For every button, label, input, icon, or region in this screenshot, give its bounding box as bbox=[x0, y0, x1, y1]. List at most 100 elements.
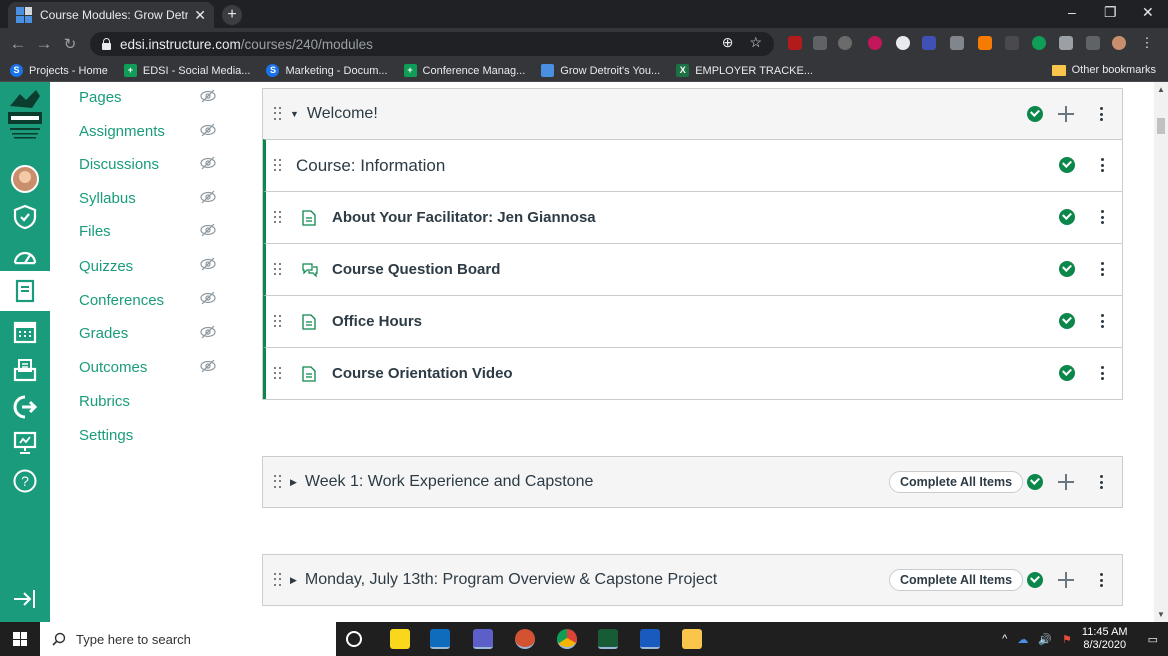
windows-start-icon[interactable] bbox=[13, 632, 27, 646]
course-nav-outcomes[interactable]: Outcomes bbox=[79, 359, 147, 376]
course-nav-pages[interactable]: Pages bbox=[79, 89, 122, 106]
browser-tab[interactable]: Course Modules: Grow Detroit's ✕ bbox=[8, 2, 214, 28]
module-header[interactable]: ▼ Welcome! bbox=[263, 89, 1122, 139]
item-title[interactable]: Office Hours bbox=[332, 313, 422, 330]
history-arrow-icon[interactable] bbox=[12, 394, 38, 420]
green-extension-icon[interactable] bbox=[1032, 36, 1046, 50]
module-item[interactable]: About Your Facilitator: Jen Giannosa bbox=[263, 191, 1122, 243]
zoom-icon[interactable]: ⊕ bbox=[722, 34, 734, 51]
bookmark-item[interactable]: + EDSI - Social Media... bbox=[123, 64, 250, 77]
module-item[interactable]: Course Orientation Video bbox=[263, 347, 1122, 399]
complete-all-items-button[interactable]: Complete All Items bbox=[889, 471, 1024, 493]
chrome-menu-icon[interactable]: ⋮ bbox=[1140, 36, 1154, 50]
calendar-icon[interactable] bbox=[12, 319, 38, 345]
drag-handle-icon[interactable] bbox=[274, 314, 282, 329]
excel-icon[interactable] bbox=[598, 629, 618, 649]
bookmark-item[interactable]: S Projects - Home bbox=[10, 64, 108, 77]
teams-icon[interactable] bbox=[473, 629, 493, 649]
add-item-icon[interactable] bbox=[1058, 106, 1074, 122]
module-header[interactable]: ▶ Week 1: Work Experience and Capstone C… bbox=[263, 457, 1122, 507]
course-nav-discussions[interactable]: Discussions bbox=[79, 156, 159, 173]
drag-handle-icon[interactable] bbox=[274, 210, 282, 225]
profile-icon[interactable] bbox=[1112, 36, 1126, 50]
item-options-icon[interactable] bbox=[1100, 210, 1104, 224]
course-nav-files[interactable]: Files bbox=[79, 223, 111, 240]
bookmark-item[interactable]: + Conference Manag... bbox=[403, 64, 525, 77]
puzzle-extension-icon[interactable] bbox=[1059, 36, 1073, 50]
item-options-icon[interactable] bbox=[1100, 314, 1104, 328]
grammar-extension-icon[interactable] bbox=[813, 36, 827, 50]
chevron-up-icon[interactable]: ^ bbox=[1002, 633, 1007, 645]
pdf-extension-icon[interactable] bbox=[788, 36, 802, 50]
scroll-up-icon[interactable]: ▲ bbox=[1157, 85, 1165, 94]
course-nav-syllabus[interactable]: Syllabus bbox=[79, 190, 136, 207]
add-item-icon[interactable] bbox=[1058, 474, 1074, 490]
forward-icon[interactable]: → bbox=[31, 34, 57, 54]
caret-right-icon[interactable]: ▶ bbox=[290, 477, 297, 488]
module-item[interactable]: Course Question Board bbox=[263, 243, 1122, 295]
cast-icon[interactable] bbox=[1086, 36, 1100, 50]
module-options-icon[interactable] bbox=[1099, 475, 1103, 489]
chrome-icon[interactable] bbox=[557, 629, 577, 649]
powerpoint-icon[interactable] bbox=[515, 629, 535, 649]
page-scrollbar[interactable]: ▲ ▼ bbox=[1154, 82, 1168, 622]
scroll-thumb[interactable] bbox=[1157, 118, 1165, 134]
module-item[interactable]: Office Hours bbox=[263, 295, 1122, 347]
taskbar-search-input[interactable]: Type here to search bbox=[40, 622, 336, 656]
course-nav-rubrics[interactable]: Rubrics bbox=[79, 393, 130, 410]
course-nav-grades[interactable]: Grades bbox=[79, 325, 128, 342]
pen-extension-icon[interactable] bbox=[838, 36, 852, 50]
other-bookmarks[interactable]: Other bookmarks bbox=[1051, 64, 1156, 76]
bookmark-item[interactable]: X EMPLOYER TRACKE... bbox=[676, 64, 813, 77]
language-icon[interactable]: ⚑ bbox=[1062, 633, 1072, 646]
scroll-down-icon[interactable]: ▼ bbox=[1157, 610, 1165, 619]
close-tab-icon[interactable]: ✕ bbox=[194, 7, 206, 24]
item-options-icon[interactable] bbox=[1100, 262, 1104, 276]
course-nav-settings[interactable]: Settings bbox=[79, 427, 133, 444]
bookmark-item[interactable]: Grow Detroit's You... bbox=[541, 64, 660, 77]
course-nav-conferences[interactable]: Conferences bbox=[79, 292, 164, 309]
clock[interactable]: 11:45 AM 8/3/2020 bbox=[1082, 626, 1128, 652]
word-icon[interactable] bbox=[640, 629, 660, 649]
onedrive-icon[interactable]: ☁ bbox=[1017, 633, 1028, 646]
reload-icon[interactable]: ↻ bbox=[57, 35, 83, 53]
item-options-icon[interactable] bbox=[1100, 158, 1104, 172]
back-icon[interactable]: ← bbox=[5, 34, 31, 54]
new-tab-button[interactable]: + bbox=[222, 5, 242, 25]
drag-handle-icon[interactable] bbox=[274, 366, 282, 381]
cortana-icon[interactable] bbox=[346, 631, 362, 647]
drag-handle-icon[interactable] bbox=[274, 107, 282, 121]
item-title[interactable]: About Your Facilitator: Jen Giannosa bbox=[332, 209, 596, 226]
account-avatar[interactable] bbox=[11, 165, 39, 193]
inbox-icon[interactable] bbox=[12, 357, 38, 383]
collapse-nav-icon[interactable] bbox=[12, 586, 38, 612]
record-extension-icon[interactable] bbox=[896, 36, 910, 50]
courses-nav-item[interactable] bbox=[0, 271, 50, 311]
outlook-icon[interactable] bbox=[430, 629, 450, 649]
close-window-icon[interactable]: ✕ bbox=[1142, 4, 1154, 21]
item-options-icon[interactable] bbox=[1100, 366, 1104, 380]
admin-shield-icon[interactable] bbox=[12, 204, 38, 230]
bookmark-item[interactable]: S Marketing - Docum... bbox=[266, 64, 388, 77]
course-nav-assignments[interactable]: Assignments bbox=[79, 123, 165, 140]
drag-handle-icon[interactable] bbox=[274, 262, 282, 277]
volume-icon[interactable]: 🔊 bbox=[1038, 633, 1052, 646]
item-title[interactable]: Course Orientation Video bbox=[332, 365, 513, 382]
caret-down-icon[interactable]: ▼ bbox=[290, 109, 299, 119]
code-extension-icon[interactable] bbox=[922, 36, 936, 50]
item-title[interactable]: Course Question Board bbox=[332, 261, 500, 278]
drag-handle-icon[interactable] bbox=[274, 158, 282, 173]
k-extension-icon[interactable] bbox=[868, 36, 882, 50]
np-extension-icon[interactable] bbox=[1005, 36, 1019, 50]
restore-icon[interactable]: ❐ bbox=[1104, 4, 1117, 21]
analytics-extension-icon[interactable] bbox=[978, 36, 992, 50]
commons-icon[interactable] bbox=[12, 430, 38, 456]
course-nav-quizzes[interactable]: Quizzes bbox=[79, 258, 133, 275]
minimize-icon[interactable]: – bbox=[1068, 4, 1076, 20]
bookmark-star-icon[interactable]: ☆ bbox=[749, 34, 762, 51]
sticky-notes-icon[interactable] bbox=[390, 629, 410, 649]
complete-all-items-button[interactable]: Complete All Items bbox=[889, 569, 1024, 591]
module-header[interactable]: ▶ Monday, July 13th: Program Overview & … bbox=[263, 555, 1122, 605]
caret-right-icon[interactable]: ▶ bbox=[290, 575, 297, 586]
notifications-icon[interactable]: ▭ bbox=[1148, 633, 1158, 646]
